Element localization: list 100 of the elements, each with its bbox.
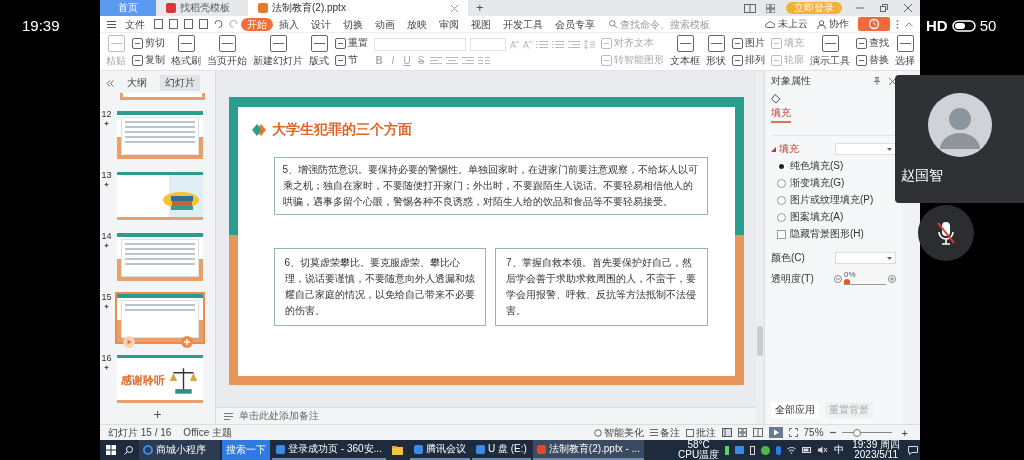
fit-icon[interactable] <box>788 428 798 437</box>
clock-badge-icon[interactable] <box>858 17 890 31</box>
toolbar-button[interactable]: 查找 <box>856 36 889 50</box>
zoom-level[interactable]: 75% <box>803 427 824 438</box>
collapse-icon[interactable] <box>106 79 114 87</box>
tool-icon <box>269 35 287 52</box>
more-icon[interactable] <box>896 19 899 29</box>
file-menu[interactable]: 文件 <box>119 17 151 31</box>
fill-dropdown[interactable] <box>835 143 896 155</box>
slide-thumbnail[interactable] <box>115 231 205 283</box>
taskbar-item[interactable]: 搜索一下 <box>222 440 270 460</box>
color-dropdown[interactable] <box>835 252 896 264</box>
restore-icon[interactable] <box>880 4 888 12</box>
toolbar-button[interactable]: 版式 <box>309 35 329 68</box>
grid-view-icon[interactable] <box>737 428 747 437</box>
text-box[interactable]: 5、增强防范意识。要保持必要的警惕性。单独回家时，在进家门前要注意观察，不给坏人以可乘之机；独自在家时，不要随便打开家门；外出时，不要跟陌生人说话。不要轻易相信他人的哄骗，遇事多留个心眼，警惕各种不良诱惑，对陌生人给的饮品和食品等不要轻易接受。 <box>273 157 708 215</box>
taskbar-item[interactable]: U 盘 (E:) <box>471 440 531 460</box>
zoom-slider-thumb[interactable] <box>852 429 861 437</box>
normal-view-icon[interactable] <box>721 428 732 437</box>
new-tab-button[interactable]: + <box>468 0 492 16</box>
wifi-icon[interactable] <box>787 446 797 454</box>
toolbar-button[interactable]: 选择 <box>895 35 915 68</box>
toolbar-button[interactable]: 形状 <box>706 35 726 68</box>
toolbar-button[interactable]: 剪切 <box>132 36 165 50</box>
add-slide-button[interactable]: + <box>153 407 162 421</box>
zoom-in-button[interactable]: + <box>901 426 908 439</box>
ribbon-tab[interactable]: 动画 <box>369 17 401 31</box>
collapse-icon[interactable] <box>905 21 913 27</box>
notification-icon[interactable] <box>908 445 918 455</box>
taskbar-item[interactable]: 商城小程序 <box>139 440 220 460</box>
ribbon-tab[interactable]: 插入 <box>273 17 305 31</box>
document-tab[interactable]: 法制教育(2).pptx <box>248 0 468 16</box>
ribbon-tab[interactable]: 视图 <box>465 17 497 31</box>
collaborate-button[interactable]: 协作 <box>829 17 849 31</box>
toolbar-button[interactable]: 重置 <box>335 36 368 50</box>
ribbon-tab[interactable]: 设计 <box>305 17 337 31</box>
notes-field[interactable]: 单击此处添加备注 <box>239 409 319 423</box>
slide-thumbnail[interactable] <box>120 93 205 100</box>
search-icon[interactable] <box>124 445 133 455</box>
taskbar-item[interactable]: 登录成功页 - 360安... <box>272 440 386 460</box>
comments-button[interactable]: 批注 <box>685 425 716 440</box>
toolbar-button[interactable]: 图片 <box>732 36 765 50</box>
toolbar-button[interactable]: 格式刷 <box>171 35 201 68</box>
columns-icon <box>478 55 490 65</box>
ribbon-tab[interactable]: 会员专享 <box>549 17 601 31</box>
pin-icon[interactable] <box>873 77 881 85</box>
plus-icon[interactable] <box>888 274 896 283</box>
book-view-icon[interactable] <box>752 428 763 437</box>
fill-tab[interactable]: 填充 <box>771 94 791 123</box>
list-icon <box>552 39 564 49</box>
toolbar-button[interactable]: 演示工具 <box>810 35 850 68</box>
search-field[interactable]: 查找命令、搜索模板 <box>609 18 730 30</box>
speaker-muted-icon[interactable] <box>818 446 829 454</box>
animation-star-icon <box>104 121 109 126</box>
add-icon[interactable] <box>181 336 193 348</box>
toolbar-button[interactable]: 新建幻灯片 <box>253 35 303 68</box>
toolbar-button[interactable]: 替换 <box>856 53 889 67</box>
menu-icon[interactable] <box>107 20 116 28</box>
panel-tab[interactable]: 幻灯片 <box>160 75 200 91</box>
notes-button[interactable]: 备注 <box>649 425 680 440</box>
beautify-button[interactable]: 智能美化 <box>593 425 644 440</box>
scrollbar-thumb[interactable] <box>757 326 763 356</box>
font-name-field[interactable] <box>374 37 466 51</box>
taskbar-item[interactable]: 法制教育(2).pptx - ... <box>532 440 644 460</box>
tool-icon <box>732 37 743 49</box>
checkbox[interactable] <box>777 229 786 239</box>
panel-tab[interactable]: 大纲 <box>122 75 152 91</box>
font-size-field[interactable] <box>470 37 506 51</box>
text-box[interactable]: 6、切莫虚荣攀比。要克服虚荣、攀比心理，说话要谨慎，不要随意向外人透漏和炫耀自己家庭的情况，以免给自己带来不必要的伤害。 <box>273 248 486 326</box>
text-box[interactable]: 7、掌握自救本领。首先要保护好自己，然后学会善于求助求救周围的人，不蛮干，要学会用报警、呼救、反抗等方法抵制不法侵害。 <box>495 248 708 326</box>
toolbar-button[interactable]: 排列 <box>732 53 765 67</box>
radio-button[interactable] <box>777 178 786 188</box>
play-icon[interactable] <box>123 336 135 348</box>
pane-button[interactable]: 全部应用 <box>771 402 819 418</box>
ribbon-tab[interactable]: 切换 <box>337 17 369 31</box>
ribbon-tab[interactable]: 开发工具 <box>497 17 549 31</box>
toolbar-button[interactable]: 复制 <box>132 53 165 67</box>
pane-title[interactable]: 对象属性 <box>771 74 811 88</box>
ribbon-tab[interactable]: 放映 <box>401 17 433 31</box>
slide-thumbnail[interactable] <box>115 109 205 161</box>
toolbar-button[interactable]: 当页开始 <box>207 35 247 68</box>
toolbar-button[interactable]: 文本框 <box>670 35 700 68</box>
input-method-button[interactable]: 中 <box>834 443 845 457</box>
usb-drive-icon[interactable] <box>750 445 756 455</box>
ribbon-tab[interactable]: 审阅 <box>433 17 465 31</box>
document-tab[interactable]: 找稻壳模板 <box>156 0 248 16</box>
undo-icon[interactable] <box>214 20 223 28</box>
toolbar-button[interactable]: 节 <box>335 53 368 67</box>
minus-icon[interactable] <box>834 274 842 283</box>
close-icon[interactable] <box>889 77 896 85</box>
slider-track[interactable] <box>844 279 886 286</box>
slide-thumbnail[interactable] <box>115 170 205 222</box>
radio-button[interactable] <box>777 212 786 222</box>
play-button-icon[interactable] <box>768 427 783 438</box>
zoom-out-icon[interactable] <box>829 431 836 434</box>
radio-button[interactable] <box>777 195 786 205</box>
taskbar-item[interactable]: 腾讯会议 <box>409 440 470 460</box>
slider-thumb[interactable] <box>844 279 850 284</box>
windows-icon[interactable] <box>106 445 116 455</box>
cloud-status[interactable]: 未上云 <box>778 17 808 31</box>
